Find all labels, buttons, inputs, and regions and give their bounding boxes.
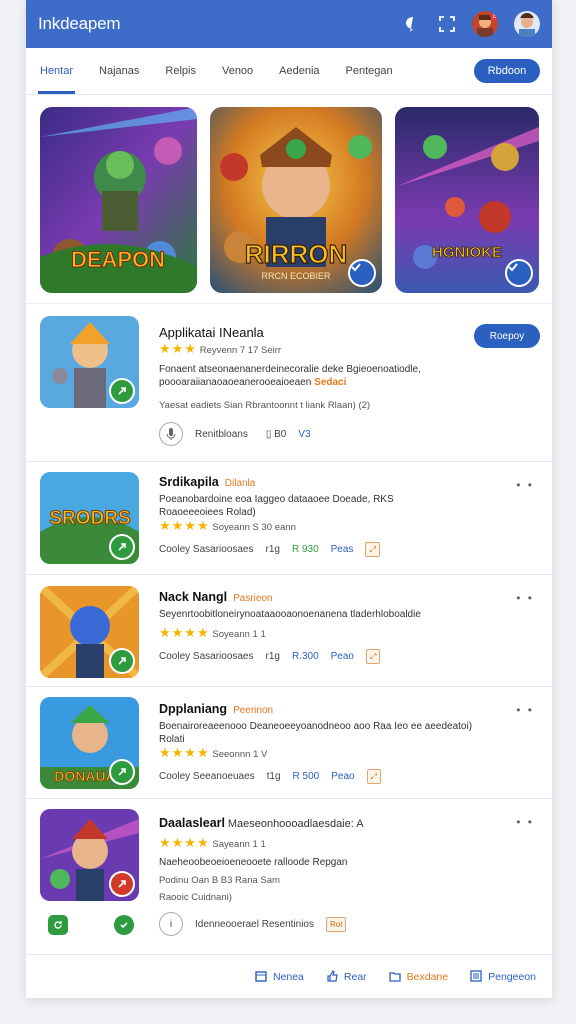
category-tabs: Hentar Najanas Relpis Venoo Aedenia Pent… <box>26 48 552 95</box>
refresh-icon[interactable] <box>48 915 68 935</box>
list-item[interactable]: SRODRS Srdikapila Dilanla Poeanobardoine … <box>26 462 552 575</box>
row-3-text: Nack Nangl Pasrieon Seyenrtoobitloneiryno… <box>159 591 540 664</box>
chat-icon[interactable] <box>404 15 422 33</box>
app-thumbnail[interactable] <box>40 586 139 678</box>
app-tag: Pasrieon <box>233 593 273 604</box>
banner-3-check-icon[interactable] <box>505 259 533 287</box>
rating-line: ★★★★ Seeonnn 1 V <box>159 745 268 760</box>
app-thumbnail[interactable]: DONAUAU <box>40 697 139 789</box>
rating-stars: ★★★ <box>159 341 197 356</box>
nav-item-4[interactable]: Pengeeon <box>470 969 536 985</box>
app-title: Srdikapila <box>159 475 219 489</box>
app-thumbnail[interactable]: SRODRS <box>40 472 139 564</box>
banner-1[interactable]: DEAPON <box>40 107 197 293</box>
more-icon[interactable]: • • <box>516 703 534 717</box>
list-icon <box>470 969 482 985</box>
top-bar: Inkdeapem 8 <box>26 0 552 48</box>
row-5-text: Daalaslearl Maeseonhoooadlaesdaie: A ★★★… <box>159 817 540 936</box>
app-description: Naeheoobeoeioeneooete ralloode Repgan <box>159 857 348 868</box>
bottom-nav: Nenea Rear Bexdane Pengeeon <box>26 954 552 998</box>
notification-avatar[interactable]: 8 <box>472 11 498 37</box>
app-meta: Cooley Sasarioosaes r1g R 930 Peas ⤢ <box>159 542 540 557</box>
folder-icon <box>389 970 401 985</box>
open-icon[interactable] <box>109 534 135 560</box>
tab-4[interactable]: Venoo <box>222 48 253 94</box>
check-icon[interactable] <box>114 915 134 935</box>
tab-2[interactable]: Najanas <box>99 48 139 94</box>
more-icon[interactable]: • • <box>516 815 534 829</box>
rating-line: ★★★★ Soyeann S 30 eann <box>159 518 296 533</box>
app-description: Boenairoreaeenooo Deaneoeeyoanodneoo aoo… <box>159 721 473 732</box>
list-item[interactable]: Nack Nangl Pasrieon Seyenrtoobitloneiryno… <box>26 575 552 687</box>
rating-line: ★★★★ Soyeann 1 1 <box>159 625 266 640</box>
app-meta: Renitbloans ▯ B0 V3 <box>159 422 540 446</box>
banner-2-title: RIRRON <box>245 239 348 269</box>
tabs-action-button[interactable]: Rbdoon <box>474 59 540 83</box>
list-item[interactable]: Applikatai INeanla ★★★ Reyvenn 7 17 Seir… <box>26 304 552 462</box>
row-4-text: Dpplaniang Peerinon Boenairoreaeenooo Dea… <box>159 703 540 784</box>
like-icon <box>326 969 338 985</box>
app-meta: i Idenneooerael Resentinios Rot <box>159 912 540 936</box>
tab-3[interactable]: Relpis <box>165 48 196 94</box>
app-tag: Peerinon <box>233 705 274 716</box>
app-list: Applikatai INeanla ★★★ Reyvenn 7 17 Seir… <box>26 303 552 957</box>
app-info-line: Yaesat eadiets Sian Rbrantoonnt t liank … <box>159 400 371 411</box>
tab-6[interactable]: Pentegan <box>346 48 393 94</box>
row-2-text: Srdikapila Dilanla Poeanobardoine eoa Iag… <box>159 476 540 557</box>
row-1-action-button[interactable]: Roepoy <box>474 324 540 348</box>
nav-item-3[interactable]: Bexdane <box>389 970 448 985</box>
app-description: Poeanobardoine eoa Iaggeo dataaoee Doead… <box>159 494 394 505</box>
app-description-2: Rolati <box>159 734 185 745</box>
top-icons: 8 <box>404 11 540 37</box>
list-item[interactable]: Daalaslearl Maeseonhoooadlaesdaie: A ★★★… <box>26 799 552 957</box>
more-icon[interactable]: • • <box>516 591 534 605</box>
tab-home[interactable]: Hentar <box>37 48 76 94</box>
list-item[interactable]: DONAUAU Dpplaniang Peerinon Boenairoreaee… <box>26 687 552 799</box>
info-icon[interactable]: i <box>159 912 183 936</box>
rating-line: ★★★★ Sayeann 1 1 <box>159 835 266 850</box>
app-description: Fonaent atseonaenanerdeinecoralie deke B… <box>159 364 421 375</box>
app-description-3: Raooic Cuidnani) <box>159 892 232 903</box>
app-tag: Dilanla <box>224 478 256 489</box>
open-icon[interactable] <box>109 871 135 897</box>
profile-avatar[interactable] <box>514 11 540 37</box>
app-thumbnail[interactable] <box>40 316 139 408</box>
app-description-2: Roaoeeeoiees Rolad) <box>159 507 256 518</box>
scan-icon[interactable] <box>438 15 456 33</box>
app-title: Nack Nangl <box>159 590 228 604</box>
app-description-2: Podinu Oan B B3 Rana Sam <box>159 875 280 886</box>
nav-item-home[interactable]: Nenea <box>255 970 304 985</box>
calendar-icon <box>255 970 267 985</box>
nav-item-2[interactable]: Rear <box>326 969 367 985</box>
open-icon[interactable] <box>109 648 135 674</box>
app-thumbnail[interactable] <box>40 809 139 901</box>
app-window: Inkdeapem 8 Hentar Najanas Relpis Venoo … <box>26 0 552 998</box>
bookmark-icon[interactable]: ⤢ <box>366 649 381 664</box>
banner-2-check-icon[interactable] <box>348 259 376 287</box>
banner-2[interactable]: RIRRON RRCN ECOBIER <box>210 107 382 293</box>
app-meta: Cooley Seeanoeuaes t1g R 500 Peao ⤢ <box>159 769 540 784</box>
app-description: Seyenrtoobitloneirynoataaooaonoenanena t… <box>159 609 421 620</box>
app-meta: Cooley Sasarioosaes r1g R.300 Peao ⤢ <box>159 649 540 664</box>
banner-3-title: HGNIOKE <box>432 244 502 261</box>
banner-1-title: DEAPON <box>71 247 165 272</box>
featured-banners: DEAPON RIRRON RRCN ECOBIER HGNIOKE <box>26 95 552 303</box>
tab-5[interactable]: Aedenia <box>279 48 319 94</box>
banner-2-subtitle: RRCN ECOBIER <box>261 271 331 281</box>
mic-icon[interactable] <box>159 422 183 446</box>
open-icon[interactable] <box>109 378 135 404</box>
banner-3[interactable]: HGNIOKE <box>395 107 539 293</box>
svg-text:SRODRS: SRODRS <box>49 508 130 529</box>
app-title: Dpplaniang <box>159 702 228 716</box>
bookmark-icon[interactable]: ⤢ <box>366 769 381 784</box>
notification-badge: 8 <box>490 11 498 21</box>
more-icon[interactable]: • • <box>516 478 534 492</box>
app-title: Inkdeapem <box>38 14 121 33</box>
bookmark-icon[interactable]: ⤢ <box>365 542 380 557</box>
app-description-2: poooaraiianaoaoeanerooeaioeaen Sedaci <box>159 377 347 388</box>
open-icon[interactable] <box>109 759 135 785</box>
app-title: Daalaslearl <box>159 816 226 830</box>
